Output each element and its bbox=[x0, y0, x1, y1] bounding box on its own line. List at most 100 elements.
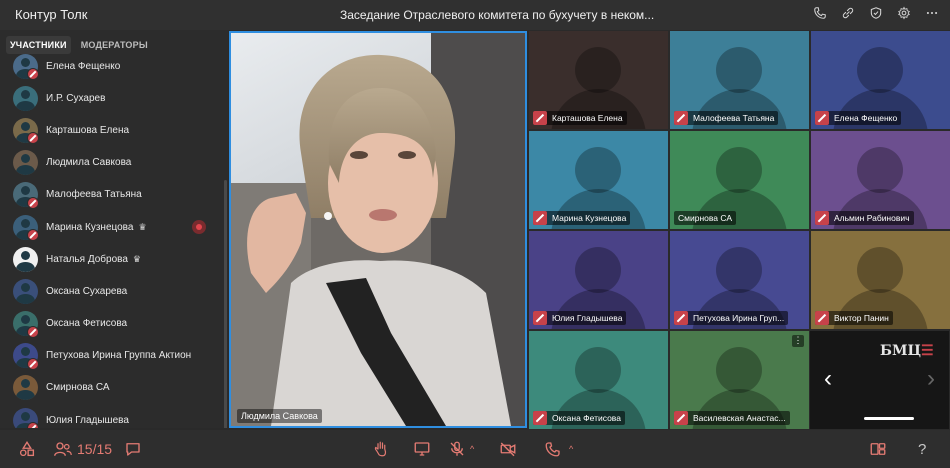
avatar-placeholder-icon bbox=[575, 247, 621, 293]
participant-row[interactable]: Карташова Елена bbox=[0, 114, 228, 146]
avatar-placeholder-icon bbox=[575, 147, 621, 193]
participant-name: Марина Кузнецова ♛ bbox=[46, 222, 147, 233]
avatar bbox=[13, 375, 38, 401]
participant-row[interactable]: Петухова Ирина Группа Актион bbox=[0, 340, 228, 372]
screen-share-button[interactable] bbox=[412, 440, 432, 458]
raise-hand-button[interactable] bbox=[372, 440, 390, 458]
participant-name-text: Юлия Гладышева bbox=[46, 414, 129, 426]
hangup-button[interactable]: ^ bbox=[543, 440, 573, 458]
microphone-button[interactable]: ^ bbox=[448, 440, 474, 458]
tile-name: Карташова Елена bbox=[552, 113, 623, 123]
participant-name: Оксана Фетисова bbox=[46, 318, 127, 329]
participant-row[interactable]: Малофеева Татьяна bbox=[0, 179, 228, 211]
chevron-right-icon[interactable]: › bbox=[927, 365, 935, 393]
app-window: Контур Толк Заседание Отраслевого комите… bbox=[0, 0, 950, 468]
link-icon[interactable] bbox=[840, 5, 856, 21]
participant-video-tile[interactable]: Петухова Ирина Груп... bbox=[670, 231, 809, 329]
layout-button[interactable] bbox=[868, 440, 888, 458]
participant-row[interactable]: И.Р. Сухарев bbox=[0, 82, 228, 114]
avatar bbox=[13, 85, 38, 111]
participant-row[interactable]: Смирнова СА bbox=[0, 372, 228, 404]
participant-video-tile[interactable]: Смирнова СА bbox=[670, 131, 809, 229]
bottom-toolbar: 15/15 ^ ^ ? bbox=[0, 430, 950, 468]
tile-name-label: Юлия Гладышева bbox=[533, 311, 627, 325]
mic-options-chevron-icon[interactable]: ^ bbox=[470, 444, 474, 454]
hand-icon bbox=[374, 441, 387, 457]
tile-menu-icon[interactable]: ⋮ bbox=[792, 335, 804, 347]
title-bar: Контур Толк Заседание Отраслевого комите… bbox=[0, 0, 950, 30]
tile-name: Смирнова СА bbox=[678, 213, 733, 223]
microphone-off-icon bbox=[27, 357, 39, 370]
hangup-options-chevron-icon[interactable]: ^ bbox=[569, 444, 573, 454]
avatar-placeholder-icon bbox=[716, 247, 762, 293]
participant-name: И.Р. Сухарев bbox=[46, 93, 105, 104]
participant-video-tile[interactable]: Альмин Рабинович bbox=[811, 131, 950, 229]
participants-count: 15/15 bbox=[77, 441, 113, 457]
participant-video-tile[interactable]: Василевская Анастас... ⋮ bbox=[670, 331, 809, 429]
avatar-placeholder-icon bbox=[575, 47, 621, 93]
recording-indicator-icon bbox=[192, 220, 206, 235]
tile-name-label: Василевская Анастас... bbox=[674, 411, 790, 425]
shield-icon[interactable] bbox=[868, 5, 884, 21]
participant-row[interactable]: Людмила Савкова bbox=[0, 147, 228, 179]
microphone-off-icon bbox=[674, 111, 688, 125]
tile-name: Виктор Панин bbox=[834, 313, 889, 323]
tile-name-label: Елена Фещенко bbox=[815, 111, 902, 125]
participant-row[interactable]: Оксана Сухарева bbox=[0, 275, 228, 307]
participant-name: Наталья Доброва ♛ bbox=[46, 254, 141, 265]
bmc-logo: БМЦ☰ bbox=[880, 343, 934, 359]
tile-name: Петухова Ирина Груп... bbox=[693, 313, 785, 323]
crown-icon: ♛ bbox=[138, 221, 147, 232]
participant-video-tile[interactable]: Карташова Елена bbox=[529, 31, 668, 129]
participant-row[interactable]: Елена Фещенко bbox=[0, 50, 228, 82]
camera-button[interactable] bbox=[498, 440, 518, 458]
gear-icon[interactable] bbox=[896, 5, 912, 21]
chat-button[interactable] bbox=[124, 440, 142, 458]
tile-name: Марина Кузнецова bbox=[552, 213, 627, 223]
meeting-title: Заседание Отраслевого комитета по бухуче… bbox=[340, 8, 655, 22]
avatar bbox=[13, 278, 38, 304]
participant-video-tile[interactable]: Марина Кузнецова bbox=[529, 131, 668, 229]
tile-name: Малофеева Татьяна bbox=[693, 113, 775, 123]
chevron-left-icon[interactable]: ‹ bbox=[824, 365, 832, 393]
more-icon[interactable] bbox=[924, 5, 940, 21]
microphone-off-icon bbox=[27, 422, 39, 428]
top-toolbar bbox=[812, 5, 940, 21]
video-grid: Василевская Анастас... ⋮ Оксана Фетисова Ви… bbox=[529, 31, 950, 430]
participant-name-text: Марина Кузнецова bbox=[46, 221, 134, 233]
participant-row[interactable]: Наталья Доброва ♛ bbox=[0, 243, 228, 275]
participant-video-tile[interactable]: Малофеева Татьяна bbox=[670, 31, 809, 129]
participant-row[interactable]: Оксана Фетисова bbox=[0, 308, 228, 340]
participant-name-text: Малофеева Татьяна bbox=[46, 189, 142, 201]
tile-name: Елена Фещенко bbox=[834, 113, 898, 123]
avatar-placeholder-icon bbox=[716, 347, 762, 393]
sidebar-scrollbar[interactable] bbox=[224, 180, 227, 428]
shapes-button[interactable] bbox=[18, 440, 36, 458]
participant-name-text: Елена Фещенко bbox=[46, 60, 121, 72]
participant-name: Елена Фещенко bbox=[46, 61, 120, 72]
tile-name: Оксана Фетисова bbox=[552, 413, 621, 423]
participant-video-tile[interactable]: Оксана Фетисова bbox=[529, 331, 668, 429]
microphone-off-icon bbox=[533, 311, 547, 325]
help-button[interactable]: ? bbox=[918, 440, 926, 458]
participant-list: Елена Фещенко И.Р. Сухарев Карташова Елена… bbox=[0, 50, 228, 428]
tile-name-label: Виктор Панин bbox=[815, 311, 893, 325]
microphone-off-icon bbox=[450, 441, 464, 456]
chat-icon bbox=[126, 443, 140, 456]
participant-video-tile[interactable]: Елена Фещенко bbox=[811, 31, 950, 129]
participants-button[interactable]: 15/15 bbox=[53, 440, 112, 458]
microphone-off-icon bbox=[27, 325, 39, 338]
logo-tile[interactable]: БМЦ☰ ‹ › bbox=[810, 331, 949, 429]
participant-row[interactable]: Юлия Гладышева bbox=[0, 404, 228, 428]
participant-name: Малофеева Татьяна bbox=[46, 189, 142, 200]
tile-name: Василевская Анастас... bbox=[693, 413, 786, 423]
avatar-placeholder-icon bbox=[716, 47, 762, 93]
participant-video-tile[interactable]: Виктор Панин bbox=[811, 231, 950, 329]
phone-icon[interactable] bbox=[812, 5, 828, 21]
active-speaker-video[interactable]: Людмила Савкова bbox=[229, 31, 527, 428]
participant-row[interactable]: Марина Кузнецова ♛ bbox=[0, 211, 228, 243]
participant-video-tile[interactable]: Юлия Гладышева bbox=[529, 231, 668, 329]
participant-name: Людмила Савкова bbox=[46, 157, 131, 168]
participant-name: Оксана Сухарева bbox=[46, 286, 127, 297]
tile-name-label: Карташова Елена bbox=[533, 111, 627, 125]
